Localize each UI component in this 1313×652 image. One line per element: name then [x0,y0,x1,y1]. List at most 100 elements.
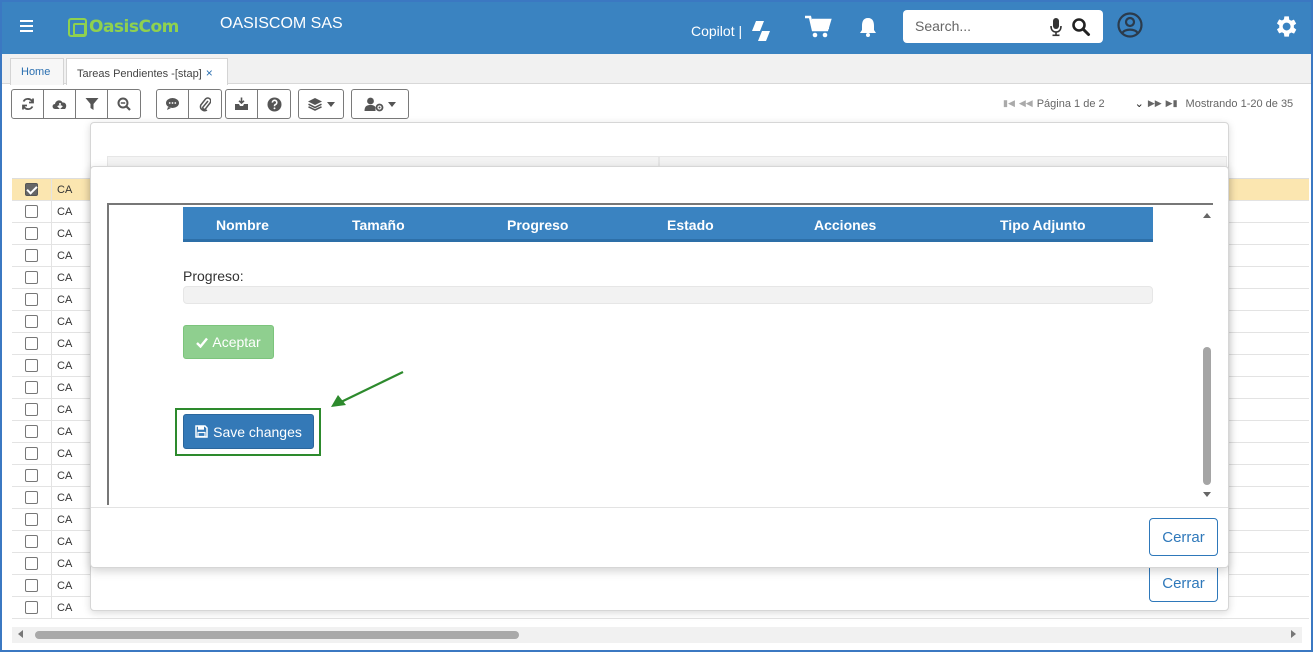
row-checkbox[interactable] [25,337,38,350]
scroll-right-icon[interactable] [1291,630,1296,638]
horizontal-scrollbar[interactable] [12,627,1302,643]
paperclip-icon [199,96,211,111]
zoom-out-button[interactable] [108,90,140,118]
column-divider [51,487,52,509]
tab-home-label: Home [21,66,51,78]
attach-button[interactable] [189,90,221,118]
comment-button[interactable] [157,90,189,118]
column-divider [51,355,52,377]
progress-label: Progreso: [183,268,244,284]
row-code: CA [57,404,73,416]
tab-tareas-pendientes[interactable]: Tareas Pendientes -[stap] × [66,58,228,85]
dialog-scrollbar-thumb[interactable] [1203,347,1211,485]
refresh-icon [21,98,34,110]
row-code: CA [57,184,73,196]
page-indicator: Página 1 de 2 [1036,97,1105,110]
row-code: CA [57,316,73,328]
column-divider [51,289,52,311]
scroll-up-icon[interactable] [1203,213,1211,218]
row-code: CA [57,206,73,218]
row-checkbox[interactable] [25,359,38,372]
column-divider [51,245,52,267]
row-code: CA [57,602,73,614]
row-checkbox[interactable] [25,293,38,306]
user-avatar-icon[interactable] [1117,12,1143,38]
cart-icon[interactable] [804,15,832,39]
row-checkbox[interactable] [25,381,38,394]
column-progreso: Progreso [507,217,569,233]
accept-button[interactable]: Aceptar [183,325,274,359]
row-checkbox[interactable] [25,469,38,482]
column-divider [51,223,52,245]
filter-button[interactable] [76,90,108,118]
page-select-chevron-icon[interactable]: ⌄ [1135,97,1144,110]
row-checkbox[interactable] [25,535,38,548]
progress-bar [183,286,1153,304]
tab-bar: Home Tareas Pendientes -[stap] × [0,54,1313,85]
row-code: CA [57,558,73,570]
copilot-button[interactable]: Copilot | [691,19,774,43]
column-nombre: Nombre [216,217,269,233]
logo[interactable]: OasisCom [68,16,179,38]
dialog-body: Nombre Tamaño Progreso Estado Acciones T… [107,203,1213,505]
row-checkbox[interactable] [25,403,38,416]
gear-icon[interactable] [1272,13,1299,40]
microphone-icon[interactable] [1049,17,1063,37]
scrollbar-thumb[interactable] [35,631,519,639]
first-page-icon[interactable]: ▮◀ [1003,98,1015,109]
row-code: CA [57,536,73,548]
row-checkbox[interactable] [25,513,38,526]
toolbar-group-inbox [225,89,291,119]
row-checkbox[interactable] [25,425,38,438]
inbox-button[interactable] [226,90,258,118]
row-checkbox[interactable] [25,447,38,460]
row-checkbox[interactable] [25,249,38,262]
cloud-download-icon [52,100,66,110]
column-divider [51,443,52,465]
search-input[interactable] [915,16,1045,36]
row-checkbox[interactable] [25,183,38,196]
copilot-icon [752,21,771,41]
close-button-background[interactable]: Cerrar [1149,564,1218,602]
row-checkbox[interactable] [25,579,38,592]
accept-label: Aceptar [212,334,261,350]
close-button[interactable]: Cerrar [1149,518,1218,556]
user-settings-dropdown-button[interactable] [352,90,408,118]
row-checkbox[interactable] [25,491,38,504]
row-code: CA [57,448,73,460]
toolbar-group-layers [298,89,344,119]
layers-dropdown-button[interactable] [299,90,343,118]
row-checkbox[interactable] [25,271,38,284]
column-divider [51,553,52,575]
column-tamano: Tamaño [352,217,405,233]
next-page-icon[interactable]: ▶▶ [1148,98,1162,109]
filter-icon [85,98,98,110]
bell-icon[interactable] [858,16,878,38]
help-button[interactable] [258,90,290,118]
row-checkbox[interactable] [25,601,38,614]
annotation-arrow-icon [331,371,404,407]
attachments-dialog: Nombre Tamaño Progreso Estado Acciones T… [90,166,1229,568]
chevron-down-icon [327,101,335,107]
scroll-down-icon[interactable] [1203,492,1211,497]
company-name: OASISCOM SAS [220,15,343,32]
dialog-footer-divider [91,507,1228,508]
column-divider [51,377,52,399]
row-checkbox[interactable] [25,205,38,218]
prev-page-icon[interactable]: ◀◀ [1019,98,1033,109]
last-page-icon[interactable]: ▶▮ [1166,98,1178,109]
refresh-button[interactable] [12,90,44,118]
scroll-left-icon[interactable] [18,630,23,638]
row-checkbox[interactable] [25,557,38,570]
row-checkbox[interactable] [25,315,38,328]
column-divider [51,575,52,597]
tab-home[interactable]: Home [10,58,64,85]
tab-close-icon[interactable]: × [206,66,213,80]
row-checkbox[interactable] [25,227,38,240]
download-button[interactable] [44,90,76,118]
save-changes-button[interactable]: Save changes [183,414,314,449]
dialog-vertical-scrollbar[interactable] [1199,205,1215,505]
row-code: CA [57,250,73,262]
menu-icon[interactable] [20,20,33,34]
search-icon[interactable] [1071,17,1091,37]
